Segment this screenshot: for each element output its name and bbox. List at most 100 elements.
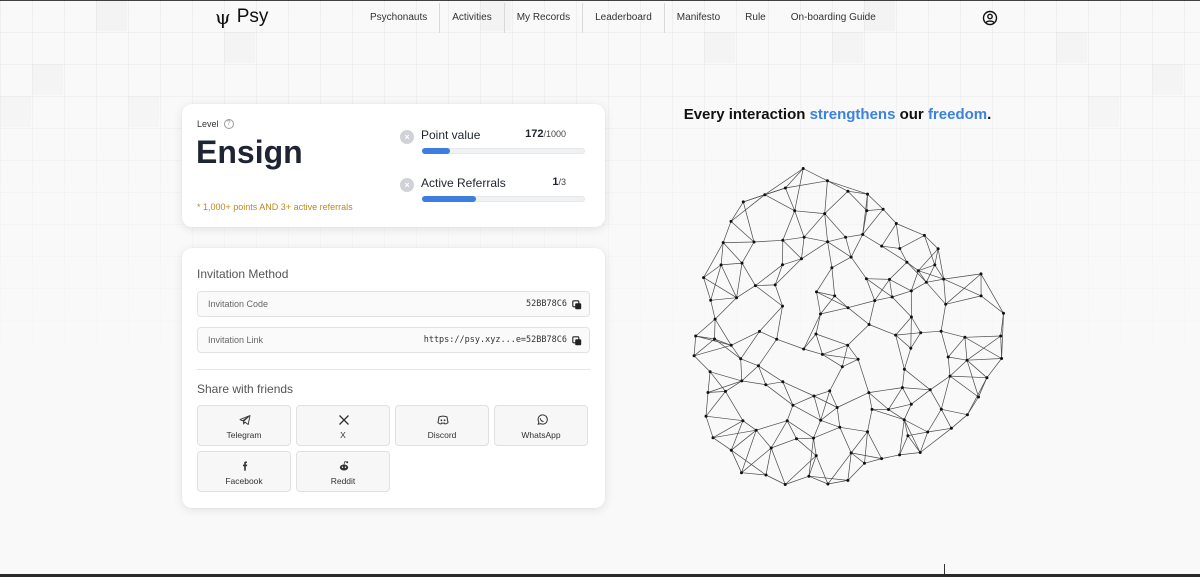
mesh-node: [880, 244, 884, 248]
mesh-node: [793, 209, 797, 213]
mesh-edge: [816, 291, 821, 315]
mesh-edge: [888, 387, 903, 410]
mesh-edge: [864, 458, 882, 464]
mesh-edge: [753, 239, 783, 243]
nav-psychonauts[interactable]: Psychonauts: [358, 3, 441, 33]
level-label-row: Level ?: [197, 119, 234, 129]
mesh-edge: [940, 304, 947, 332]
mesh-node: [812, 436, 815, 440]
mesh-edge: [941, 408, 968, 416]
mesh-edge: [764, 187, 786, 196]
mesh-edge: [736, 263, 743, 298]
nav-activities[interactable]: Activities: [440, 3, 505, 33]
tagline-highlight-freedom: freedom: [927, 106, 988, 123]
mesh-node: [881, 207, 885, 211]
tagline-text: our: [895, 106, 928, 123]
mesh-node: [825, 179, 829, 183]
mesh-edge: [945, 273, 982, 305]
invitation-code-label: Invitation Code: [208, 299, 269, 309]
share-telegram-button[interactable]: Telegram: [197, 405, 291, 446]
share-facebook-button[interactable]: Facebook: [197, 451, 291, 492]
invitation-method-title: Invitation Method: [197, 267, 289, 281]
discord-icon: [437, 415, 449, 425]
mesh-edge: [816, 267, 833, 293]
mesh-edge: [926, 282, 946, 305]
copy-icon[interactable]: [572, 336, 582, 346]
user-circle-icon[interactable]: [982, 10, 998, 26]
mesh-edge: [703, 264, 722, 278]
invitation-link-field[interactable]: Invitation Link https://psy.xyz...e=52BB…: [197, 327, 590, 353]
share-x-button[interactable]: X: [296, 405, 390, 446]
mesh-node: [739, 357, 743, 361]
nav-rule[interactable]: Rule: [733, 3, 779, 33]
nav-onboarding-guide[interactable]: On-boarding Guide: [779, 3, 889, 33]
mesh-node: [999, 334, 1003, 338]
mesh-node: [919, 331, 923, 335]
mesh-edge: [764, 168, 804, 195]
copy-icon[interactable]: [572, 300, 582, 310]
mesh-edge: [903, 419, 909, 436]
close-circle-icon: ×: [400, 130, 414, 144]
brand-name: Psy: [236, 6, 269, 27]
reddit-icon: [339, 461, 349, 471]
mesh-edge: [847, 307, 870, 325]
nav-my-records[interactable]: My Records: [505, 3, 584, 33]
mesh-edge: [827, 480, 848, 485]
mesh-edge: [867, 431, 882, 459]
question-circle-icon[interactable]: ?: [223, 119, 234, 129]
mesh-edge: [794, 210, 805, 238]
mesh-node: [756, 364, 760, 368]
nav-manifesto[interactable]: Manifesto: [665, 3, 733, 33]
mesh-node: [864, 277, 868, 281]
mesh-edge: [813, 438, 817, 456]
invitation-code-field[interactable]: Invitation Code 52BB78C6: [197, 291, 590, 317]
share-reddit-button[interactable]: Reddit: [296, 451, 390, 492]
mesh-node: [741, 200, 745, 204]
share-discord-label: Discord: [427, 430, 457, 440]
mesh-node: [944, 302, 948, 306]
mesh-node: [946, 355, 950, 359]
level-card: Level ? Ensign * 1,000+ points AND 3+ ac…: [182, 104, 605, 227]
brand-logo[interactable]: ψ Psy: [215, 6, 268, 28]
mesh-edge: [829, 390, 838, 408]
mesh-edge: [940, 331, 949, 358]
mesh-edge: [899, 235, 925, 249]
mesh-node: [819, 312, 822, 316]
mesh-edge: [850, 234, 864, 258]
mesh-node: [918, 451, 922, 454]
mesh-edge: [695, 335, 732, 346]
mesh-node: [775, 337, 779, 341]
mesh-edge: [910, 332, 921, 349]
mesh-edge: [874, 296, 893, 301]
mesh-edge: [911, 389, 931, 405]
mesh-edge: [705, 391, 726, 417]
mesh-edge: [980, 273, 1004, 314]
mesh-edge: [786, 405, 794, 421]
mesh-edge: [943, 279, 947, 305]
mesh-edge: [703, 242, 724, 278]
mesh-edge: [796, 437, 814, 440]
mesh-node: [985, 376, 989, 380]
mesh-node: [890, 295, 894, 299]
mesh-edge: [693, 338, 715, 357]
mesh-edge: [776, 338, 804, 350]
share-discord-button[interactable]: Discord: [395, 405, 489, 446]
mesh-edge: [895, 223, 901, 249]
mesh-edge: [927, 409, 942, 433]
mesh-edge: [881, 454, 900, 459]
nav-leaderboard[interactable]: Leaderboard: [583, 3, 665, 33]
mesh-node: [764, 473, 768, 477]
mesh-edge: [864, 431, 868, 464]
mesh-edge: [710, 297, 737, 301]
mesh-node: [902, 367, 906, 371]
whatsapp-icon: [537, 414, 548, 425]
mesh-node: [873, 299, 877, 303]
share-whatsapp-button[interactable]: WhatsApp: [494, 405, 588, 446]
mesh-edge: [949, 375, 987, 379]
mesh-edge: [881, 223, 897, 247]
mesh-node: [902, 418, 906, 422]
mesh-node: [977, 395, 980, 399]
mesh-edge: [813, 395, 838, 408]
mesh-edge: [787, 420, 814, 439]
mesh-node: [708, 370, 712, 374]
